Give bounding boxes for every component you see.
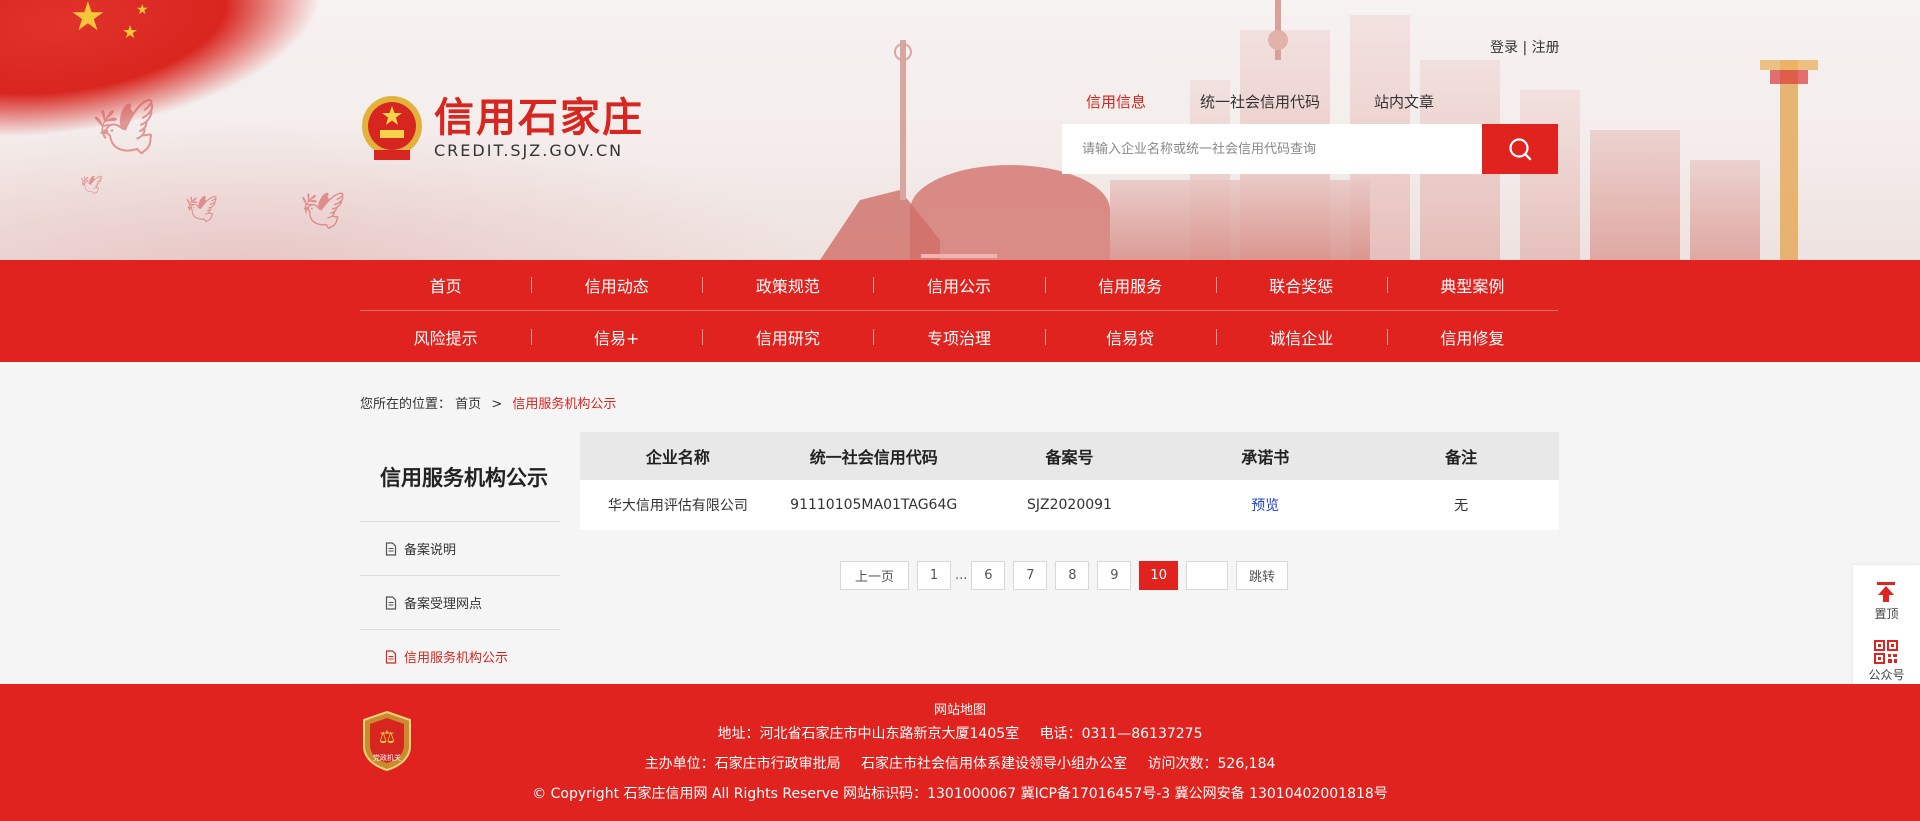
page-jump-button[interactable]: 跳转	[1235, 561, 1288, 590]
page-button-current[interactable]: 10	[1139, 561, 1178, 590]
search-tab-site-articles[interactable]: 站内文章	[1374, 91, 1434, 116]
star-icon: ★	[136, 2, 149, 18]
cell-credit-code: 91110105MA01TAG64G	[790, 497, 958, 513]
agency-table: 企业名称 统一社会信用代码 备案号 承诺书 备注 华大信用评估有限公司 9111…	[580, 432, 1559, 530]
column-header-filing-number: 备案号	[1045, 448, 1094, 467]
cell-company-name: 华大信用评估有限公司	[607, 498, 748, 514]
page-button[interactable]: 9	[1097, 561, 1132, 590]
main-nav: 首页 信用动态 政策规范 信用公示 信用服务 联合奖惩 典型案例 风险提示 信易…	[0, 254, 1920, 362]
page-jump-input[interactable]	[1185, 561, 1228, 590]
page-button[interactable]: 8	[1055, 561, 1090, 590]
breadcrumb-home[interactable]: 首页	[455, 397, 481, 412]
dove-icon: 🕊	[300, 191, 346, 232]
column-header-credit-code: 统一社会信用代码	[809, 448, 938, 467]
site-title: 信用石家庄	[434, 94, 644, 141]
nav-item-typical-cases[interactable]: 典型案例	[1386, 273, 1558, 297]
search-input[interactable]	[1062, 124, 1482, 174]
column-header-commitment: 承诺书	[1241, 448, 1290, 467]
footer-address: 地址：河北省石家庄市中山东路新京大厦1405室	[717, 726, 1020, 742]
dove-icon: 🕊	[80, 175, 103, 196]
cell-remarks: 无	[1454, 498, 1469, 514]
nav-item-special-governance[interactable]: 专项治理	[873, 325, 1044, 349]
sidebar-item-agency-publicity[interactable]: 信用服务机构公示	[360, 630, 560, 684]
sidebar-item-label: 信用服务机构公示	[404, 651, 509, 666]
nav-item-xinyi-plus[interactable]: 信易+	[531, 325, 702, 349]
sitemap-link[interactable]: 网站地图	[934, 703, 986, 718]
nav-item-credit-repair[interactable]: 信用修复	[1386, 325, 1558, 349]
nav-item-xinyi-loan[interactable]: 信易贷	[1044, 325, 1216, 349]
breadcrumb: 您所在的位置： 首页 > 信用服务机构公示	[360, 393, 616, 412]
qr-code-icon	[1874, 640, 1899, 664]
nav-item-honest-enterprises[interactable]: 诚信企业	[1215, 325, 1387, 349]
prev-page-button[interactable]: 上一页	[840, 561, 910, 590]
page-button[interactable]: 1	[917, 561, 952, 590]
column-header-company: 企业名称	[645, 448, 710, 467]
nav-item-credit-services[interactable]: 信用服务	[1044, 273, 1216, 297]
footer: ⚖ 党政机关 网站地图 地址：河北省石家庄市中山东路新京大厦1405室 电话：0…	[0, 684, 1920, 821]
page-button[interactable]: 6	[971, 561, 1006, 590]
page-ellipsis: ...	[955, 568, 968, 583]
arrow-up-icon	[1877, 582, 1896, 602]
footer-sponsor: 主办单位：石家庄市行政审批局	[644, 756, 841, 772]
wechat-qr-button[interactable]: 公众号	[1868, 640, 1905, 683]
footer-organizer: 石家庄市社会信用体系建设领导小组办公室	[861, 756, 1128, 772]
sidebar-item-filing-outlets[interactable]: 备案受理网点	[360, 576, 560, 630]
footer-phone: 电话：0311—86137275	[1039, 726, 1203, 742]
register-link[interactable]: 注册	[1532, 40, 1560, 56]
sidebar-item-label: 备案受理网点	[404, 597, 483, 612]
table-row: 华大信用评估有限公司 91110105MA01TAG64G SJZ2020091…	[580, 480, 1559, 530]
search-button[interactable]	[1482, 124, 1558, 174]
back-to-top-button[interactable]: 置顶	[1874, 581, 1899, 622]
auth-separator: |	[1522, 40, 1528, 56]
footer-visits: 访问次数：526,184	[1147, 756, 1276, 772]
search-tab-credit-code[interactable]: 统一社会信用代码	[1200, 91, 1320, 116]
footer-copyright: © Copyright 石家庄信用网 All Rights Reserve 网站…	[532, 786, 1388, 802]
sidebar: 信用服务机构公示 备案说明 备案受理网点 信用服务机构公示	[360, 432, 560, 684]
site-domain: CREDIT.SJZ.GOV.CN	[434, 140, 624, 160]
page-button[interactable]: 7	[1013, 561, 1048, 590]
column-header-remarks: 备注	[1445, 448, 1478, 467]
sidebar-title: 信用服务机构公示	[360, 432, 560, 522]
nav-item-credit-news[interactable]: 信用动态	[531, 273, 702, 297]
wechat-qr-label: 公众号	[1868, 668, 1905, 682]
document-icon	[385, 595, 397, 610]
nav-item-policies[interactable]: 政策规范	[702, 273, 873, 297]
nav-item-rewards-penalties[interactable]: 联合奖惩	[1215, 273, 1387, 297]
table-header: 企业名称 统一社会信用代码 备案号 承诺书 备注	[580, 432, 1559, 480]
nav-item-risk-alerts[interactable]: 风险提示	[360, 325, 531, 349]
breadcrumb-prefix: 您所在的位置：	[360, 397, 452, 412]
search-bar	[1062, 124, 1558, 174]
document-icon	[385, 541, 397, 556]
sidebar-item-label: 备案说明	[404, 543, 457, 558]
search-tab-credit-info[interactable]: 信用信息	[1086, 91, 1146, 116]
search-tabs: 信用信息 统一社会信用代码 站内文章	[1086, 91, 1434, 116]
star-icon: ★	[122, 22, 139, 43]
search-icon	[1509, 138, 1532, 161]
login-link[interactable]: 登录	[1490, 40, 1518, 56]
site-logo[interactable]: 信用石家庄 CREDIT.SJZ.GOV.CN	[360, 92, 644, 164]
cell-filing-number: SJZ2020091	[1027, 497, 1112, 513]
auth-links: 登录 | 注册	[1490, 37, 1560, 57]
sidebar-item-filing-notes[interactable]: 备案说明	[360, 522, 560, 576]
back-to-top-label: 置顶	[1874, 607, 1899, 621]
preview-link[interactable]: 预览	[1167, 495, 1363, 515]
breadcrumb-current: 信用服务机构公示	[512, 397, 617, 412]
pagination: 上一页 1 ... 6 7 8 9 10 跳转	[840, 561, 1288, 590]
dove-icon: 🕊	[185, 195, 219, 225]
national-emblem-icon	[362, 96, 422, 160]
nav-item-credit-research[interactable]: 信用研究	[702, 325, 873, 349]
star-icon: ★	[70, 0, 106, 40]
header-banner: ★ ★ ★ 🕊 🕊 🕊 🕊 信用石家庄 CREDIT.SJZ.GOV.CN 登录…	[0, 0, 1920, 260]
nav-item-home[interactable]: 首页	[360, 273, 531, 297]
breadcrumb-separator: >	[491, 397, 503, 412]
document-icon	[385, 649, 397, 664]
nav-item-credit-publicity[interactable]: 信用公示	[873, 254, 1044, 297]
